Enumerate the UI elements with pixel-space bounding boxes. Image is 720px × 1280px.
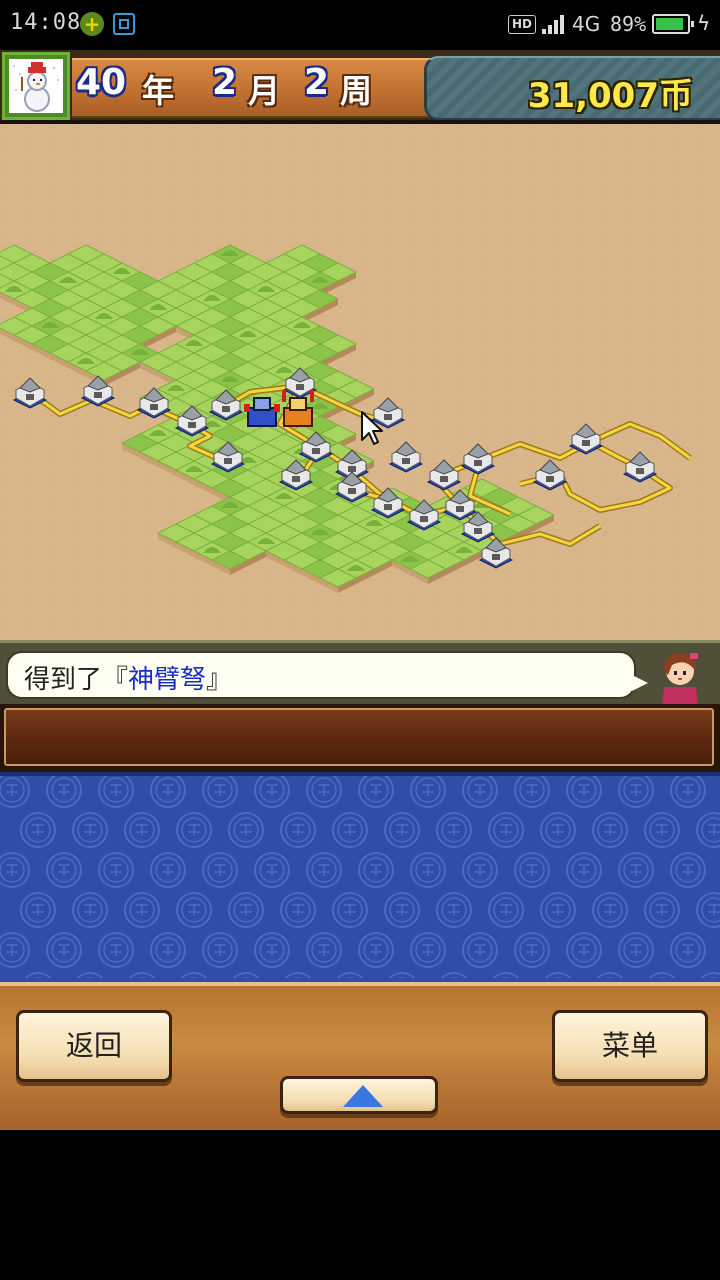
year-value: 40 bbox=[76, 62, 127, 103]
message-bar: 得到了『神臂弩』 bbox=[0, 640, 720, 707]
signal-icon bbox=[542, 14, 566, 34]
isometric-map[interactable] bbox=[0, 124, 720, 640]
speech-bubble: 得到了『神臂弩』 bbox=[6, 651, 648, 699]
money-amount: 31,007币 bbox=[527, 76, 693, 116]
year-unit: 年 bbox=[142, 72, 175, 110]
message-text: 得到了『神臂弩』 bbox=[24, 659, 232, 696]
decorative-background bbox=[0, 772, 720, 990]
screen-bottom bbox=[0, 1130, 720, 1280]
charging-icon: ϟ bbox=[697, 11, 711, 35]
status-bar: 14:08 + HD 4G 89% ϟ bbox=[0, 0, 720, 50]
menu-button[interactable]: 菜单 bbox=[552, 1010, 708, 1082]
clock: 14:08 bbox=[10, 10, 82, 35]
item-name: 神臂弩 bbox=[128, 665, 207, 695]
up-arrow-icon bbox=[343, 1085, 383, 1107]
money-display: 31,007币 bbox=[424, 56, 720, 120]
week-unit: 周 bbox=[340, 72, 373, 110]
screenshot-icon bbox=[113, 13, 135, 35]
battery-icon bbox=[652, 14, 694, 34]
network-type: 4G bbox=[572, 12, 601, 36]
info-panel bbox=[0, 704, 720, 772]
date-display: 40 年 2 月 2 周 bbox=[72, 58, 432, 118]
week-value: 2 bbox=[304, 62, 330, 103]
world-map[interactable] bbox=[0, 124, 720, 640]
month-unit: 月 bbox=[248, 72, 281, 110]
plus-app-icon: + bbox=[80, 12, 104, 36]
season-avatar[interactable] bbox=[2, 52, 70, 120]
back-button[interactable]: 返回 bbox=[16, 1010, 172, 1082]
hd-badge: HD bbox=[508, 15, 537, 34]
battery-percent: 89% bbox=[610, 12, 647, 36]
advisor-portrait bbox=[650, 645, 710, 705]
control-panel: 返回 菜单 bbox=[0, 982, 720, 1130]
month-value: 2 bbox=[212, 62, 238, 103]
message-prefix: 得到了『 bbox=[24, 665, 129, 695]
message-suffix: 』 bbox=[206, 665, 233, 695]
snowman-icon bbox=[9, 59, 63, 113]
top-hud: 40 年 2 月 2 周 31,007币 bbox=[0, 50, 720, 124]
expand-up-button[interactable] bbox=[280, 1076, 438, 1114]
